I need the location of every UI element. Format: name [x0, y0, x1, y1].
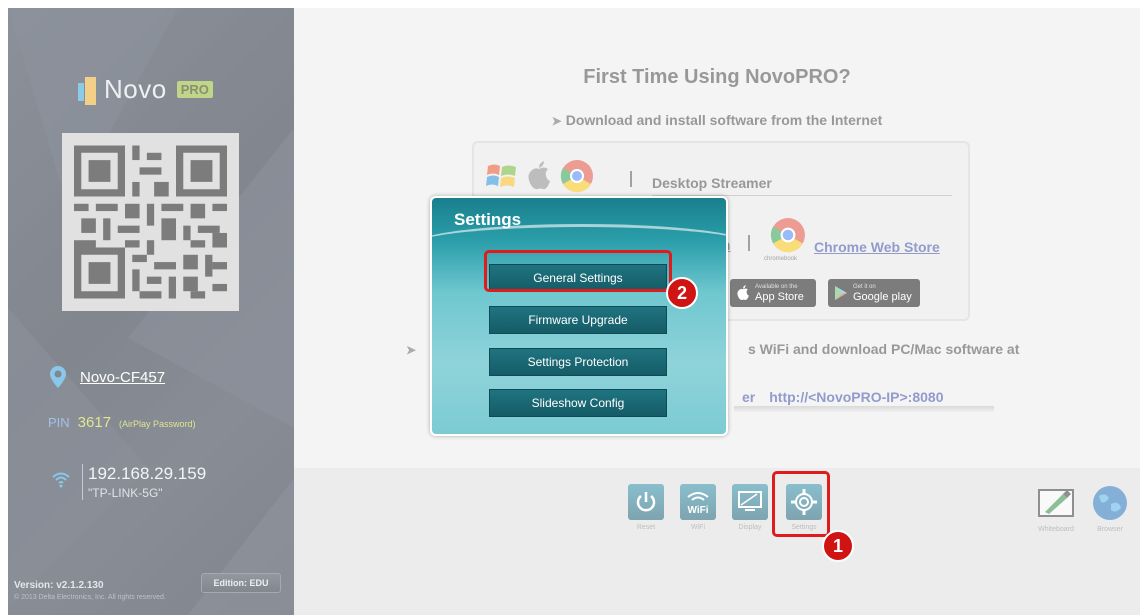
settings-dialog: Settings General Settings Firmware Upgra…: [430, 196, 728, 436]
settings-protection-button[interactable]: Settings Protection: [489, 348, 667, 376]
firmware-upgrade-button[interactable]: Firmware Upgrade: [489, 306, 667, 334]
step-2-badge: 2: [666, 277, 698, 309]
highlight-settings: [772, 471, 830, 537]
dialog-title: Settings: [454, 210, 522, 229]
highlight-general-settings: [484, 250, 672, 292]
step-1-badge: 1: [822, 530, 854, 562]
novo-screen: Novo PRO Novo-CF457 PIN 3617 (AirPlay Pa…: [8, 8, 1140, 615]
slideshow-config-button[interactable]: Slideshow Config: [489, 389, 667, 417]
